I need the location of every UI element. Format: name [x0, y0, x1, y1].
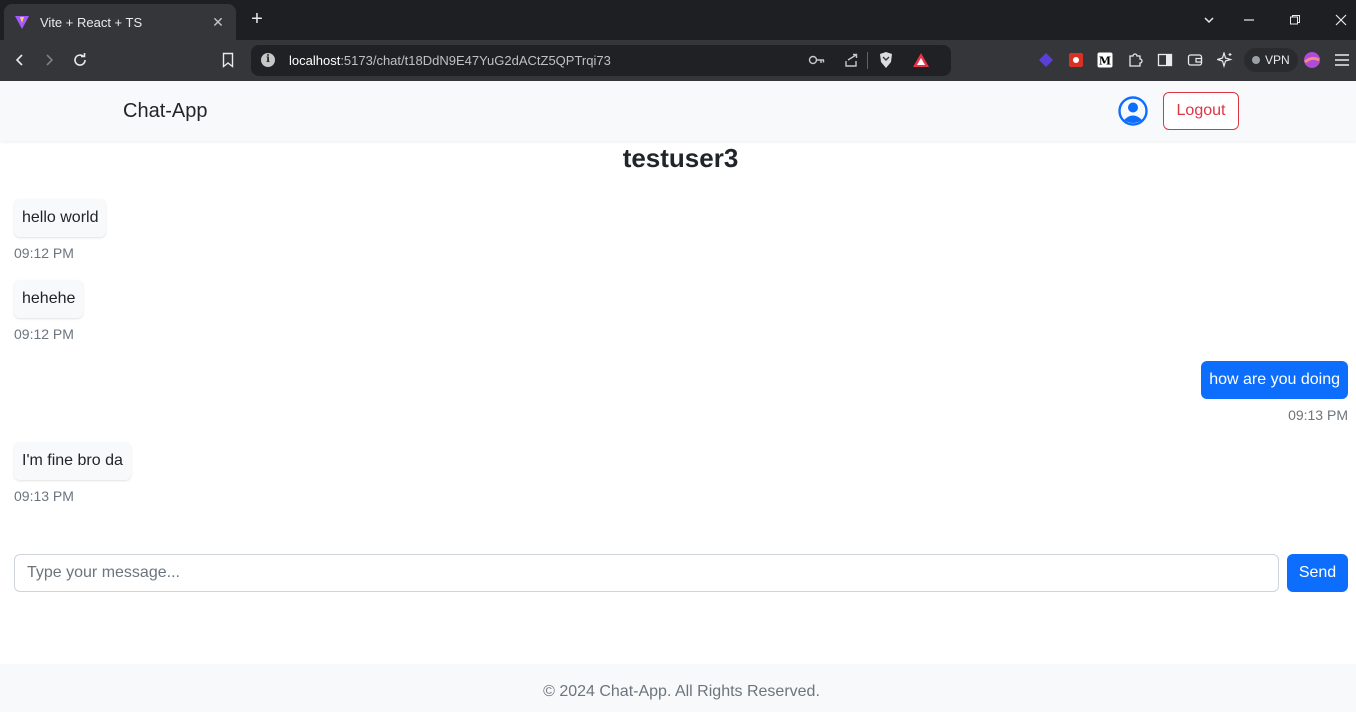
message-bubble-outgoing: how are you doing	[1201, 361, 1348, 399]
extension-diamond-icon[interactable]	[1036, 50, 1056, 70]
brave-shield-icon[interactable]	[876, 50, 896, 70]
message-timestamp: 09:12 PM	[14, 245, 74, 261]
password-key-icon[interactable]	[807, 50, 827, 70]
message-timestamp: 09:13 PM	[1288, 407, 1348, 423]
reload-icon[interactable]	[69, 49, 91, 71]
message-bubble: hehehe	[14, 280, 84, 318]
extension-red-icon[interactable]	[1066, 50, 1086, 70]
browser-tabstrip: Vite + React + TS ✕ +	[0, 0, 1356, 40]
bookmark-icon[interactable]	[217, 49, 239, 71]
send-button[interactable]: Send	[1287, 554, 1348, 592]
message-bubble: hello world	[14, 199, 107, 237]
message-input[interactable]	[14, 554, 1279, 592]
url-host: localhost	[289, 53, 341, 68]
user-profile-icon[interactable]	[1118, 96, 1148, 126]
new-tab-icon[interactable]: +	[246, 8, 268, 30]
message-bubble: I'm fine bro da	[14, 442, 131, 480]
site-info-icon[interactable]: i	[261, 53, 275, 67]
browser-tab[interactable]: Vite + React + TS ✕	[4, 4, 236, 40]
omnibox-divider	[867, 52, 868, 69]
extensions-puzzle-icon[interactable]	[1125, 50, 1145, 70]
svg-text:M: M	[1099, 55, 1111, 68]
chat-partner-title: testuser3	[622, 143, 739, 173]
footer-copyright: © 2024 Chat-App. All Rights Reserved.	[543, 683, 820, 700]
browser-menu-icon[interactable]	[1332, 50, 1352, 70]
vite-logo-icon	[14, 14, 30, 30]
tab-title: Vite + React + TS	[40, 14, 143, 30]
tab-search-chevron-icon[interactable]	[1197, 8, 1221, 32]
message-timestamp: 09:12 PM	[14, 326, 74, 342]
medium-icon[interactable]: M	[1095, 50, 1115, 70]
url-path: :5173/chat/t18DdN9E47YuG2dACtZ5QPTrqi73	[340, 53, 611, 68]
vpn-status-dot	[1252, 56, 1260, 64]
forward-icon[interactable]	[38, 49, 60, 71]
close-window-icon[interactable]	[1329, 8, 1353, 32]
url-text[interactable]: localhost:5173/chat/t18DdN9E47YuG2dACtZ5…	[289, 53, 611, 68]
leo-ai-sparkle-icon[interactable]	[1215, 50, 1235, 70]
wallet-icon[interactable]	[1185, 50, 1205, 70]
message-timestamp: 09:13 PM	[14, 488, 74, 504]
address-bar[interactable]: i localhost:5173/chat/t18DdN9E47YuG2dACt…	[251, 45, 951, 76]
brand-link[interactable]: Chat-App	[123, 100, 208, 123]
restore-icon[interactable]	[1283, 8, 1307, 32]
minimize-icon[interactable]	[1237, 8, 1261, 32]
app-navbar: Chat-App Logout	[0, 81, 1356, 141]
app-footer: © 2024 Chat-App. All Rights Reserved.	[0, 664, 1356, 712]
back-icon[interactable]	[9, 49, 31, 71]
logout-button[interactable]: Logout	[1163, 92, 1239, 130]
share-icon[interactable]	[841, 50, 861, 70]
vpn-button[interactable]: VPN	[1244, 48, 1298, 72]
sidebar-icon[interactable]	[1155, 50, 1175, 70]
tab-close-icon[interactable]: ✕	[210, 14, 226, 30]
vpn-label: VPN	[1265, 53, 1290, 67]
brave-rewards-icon[interactable]	[911, 50, 931, 70]
profile-avatar-icon[interactable]	[1302, 50, 1322, 70]
